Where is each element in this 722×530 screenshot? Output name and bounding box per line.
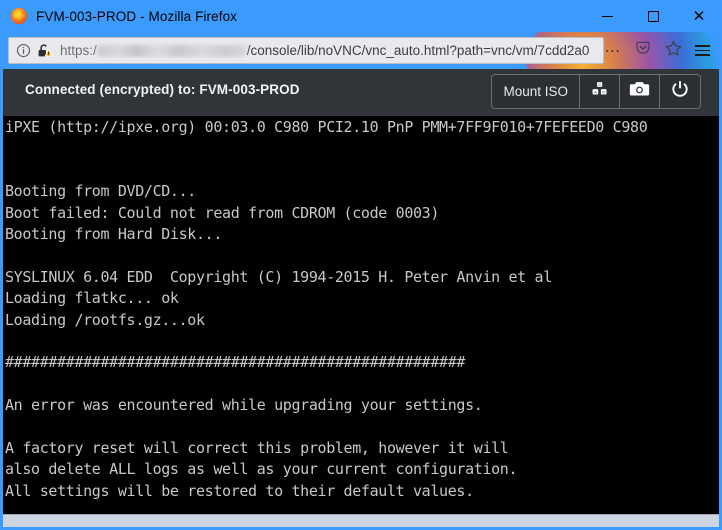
hamburger-menu-icon — [694, 49, 710, 52]
novnc-page: Connected (encrypted) to: FVM-003-PROD M… — [3, 69, 719, 527]
svg-text:A: A — [594, 89, 597, 94]
console-line: SYSLINUX 6.04 EDD Copyright (C) 1994-201… — [5, 267, 552, 286]
console-line: ########################################… — [5, 353, 466, 372]
window-controls: ✕ — [584, 0, 722, 32]
keyboard-keys-icon: C A D — [590, 80, 609, 104]
hamburger-menu-button[interactable] — [688, 37, 716, 64]
close-icon: ✕ — [692, 6, 706, 25]
window-title: FVM-003-PROD - Mozilla Firefox — [36, 8, 238, 24]
novnc-toolbar: Connected (encrypted) to: FVM-003-PROD M… — [3, 69, 719, 116]
minimize-icon — [601, 15, 613, 17]
console-line: A factory reset will correct this proble… — [5, 438, 509, 457]
svg-text:D: D — [602, 89, 605, 94]
browser-navbar: https:/ /console/lib/noVNC/vnc_auto.html?… — [0, 32, 722, 69]
hamburger-menu-icon — [694, 45, 710, 47]
close-button[interactable]: ✕ — [676, 0, 722, 32]
bookmark-button[interactable] — [658, 37, 688, 64]
star-icon — [665, 40, 682, 62]
console-line: Boot failed: Could not read from CDROM (… — [5, 203, 440, 222]
console-line: Booting from Hard Disk... — [5, 224, 223, 243]
pocket-button[interactable] — [628, 37, 658, 64]
screenshot-button[interactable] — [620, 75, 660, 108]
url-bar[interactable]: https:/ /console/lib/noVNC/vnc_auto.html?… — [8, 37, 604, 64]
console-line: also delete ALL logs as well as your cur… — [5, 460, 518, 479]
console-line: Booting from DVD/CD... — [5, 182, 196, 201]
power-button[interactable] — [660, 75, 700, 108]
console-line: Loading /rootfs.gz...ok — [5, 310, 205, 329]
firefox-logo-icon — [10, 7, 28, 25]
console-line: iPXE (http://ipxe.org) 00:03.0 C980 PCI2… — [5, 118, 648, 136]
hamburger-menu-icon — [694, 54, 710, 56]
power-icon — [670, 79, 690, 104]
novnc-toolbar-buttons: Mount ISO C A D — [491, 74, 701, 109]
lock-warning-icon[interactable] — [37, 43, 53, 59]
mount-iso-button[interactable]: Mount ISO — [492, 75, 580, 108]
maximize-button[interactable] — [630, 0, 676, 32]
svg-text:C: C — [598, 82, 601, 86]
url-host-redacted — [97, 44, 246, 57]
console-line: Loading flatkc... ok — [5, 289, 179, 308]
maximize-icon — [647, 10, 659, 22]
vnc-console-screen[interactable]: iPXE (http://ipxe.org) 00:03.0 C980 PCI2… — [3, 116, 719, 512]
pocket-icon — [635, 40, 651, 61]
mount-iso-label: Mount ISO — [503, 84, 568, 99]
navbar-actions: ⋯ — [598, 37, 716, 64]
console-line: All settings will be restored to their d… — [5, 481, 474, 500]
url-path: /console/lib/noVNC/vnc_auto.html?path=vn… — [246, 43, 590, 58]
send-keys-button[interactable]: C A D — [580, 75, 620, 108]
horizontal-scrollbar[interactable] — [3, 514, 719, 527]
camera-icon — [629, 80, 650, 103]
url-text[interactable]: https:/ /console/lib/noVNC/vnc_auto.html?… — [60, 43, 589, 58]
page-info-icon[interactable] — [16, 43, 31, 58]
window-titlebar: FVM-003-PROD - Mozilla Firefox ✕ — [0, 0, 722, 32]
minimize-button[interactable] — [584, 0, 630, 32]
ellipsis-icon: ⋯ — [604, 40, 622, 60]
console-line: An error was encountered while upgrading… — [5, 396, 483, 415]
browser-window: FVM-003-PROD - Mozilla Firefox ✕ https:/… — [0, 0, 722, 530]
connection-status-text: Connected (encrypted) to: FVM-003-PROD — [25, 82, 300, 97]
console-output: iPXE (http://ipxe.org) 00:03.0 C980 PCI2… — [5, 117, 648, 512]
url-scheme: https:/ — [60, 43, 97, 58]
page-actions-button[interactable]: ⋯ — [598, 37, 628, 64]
